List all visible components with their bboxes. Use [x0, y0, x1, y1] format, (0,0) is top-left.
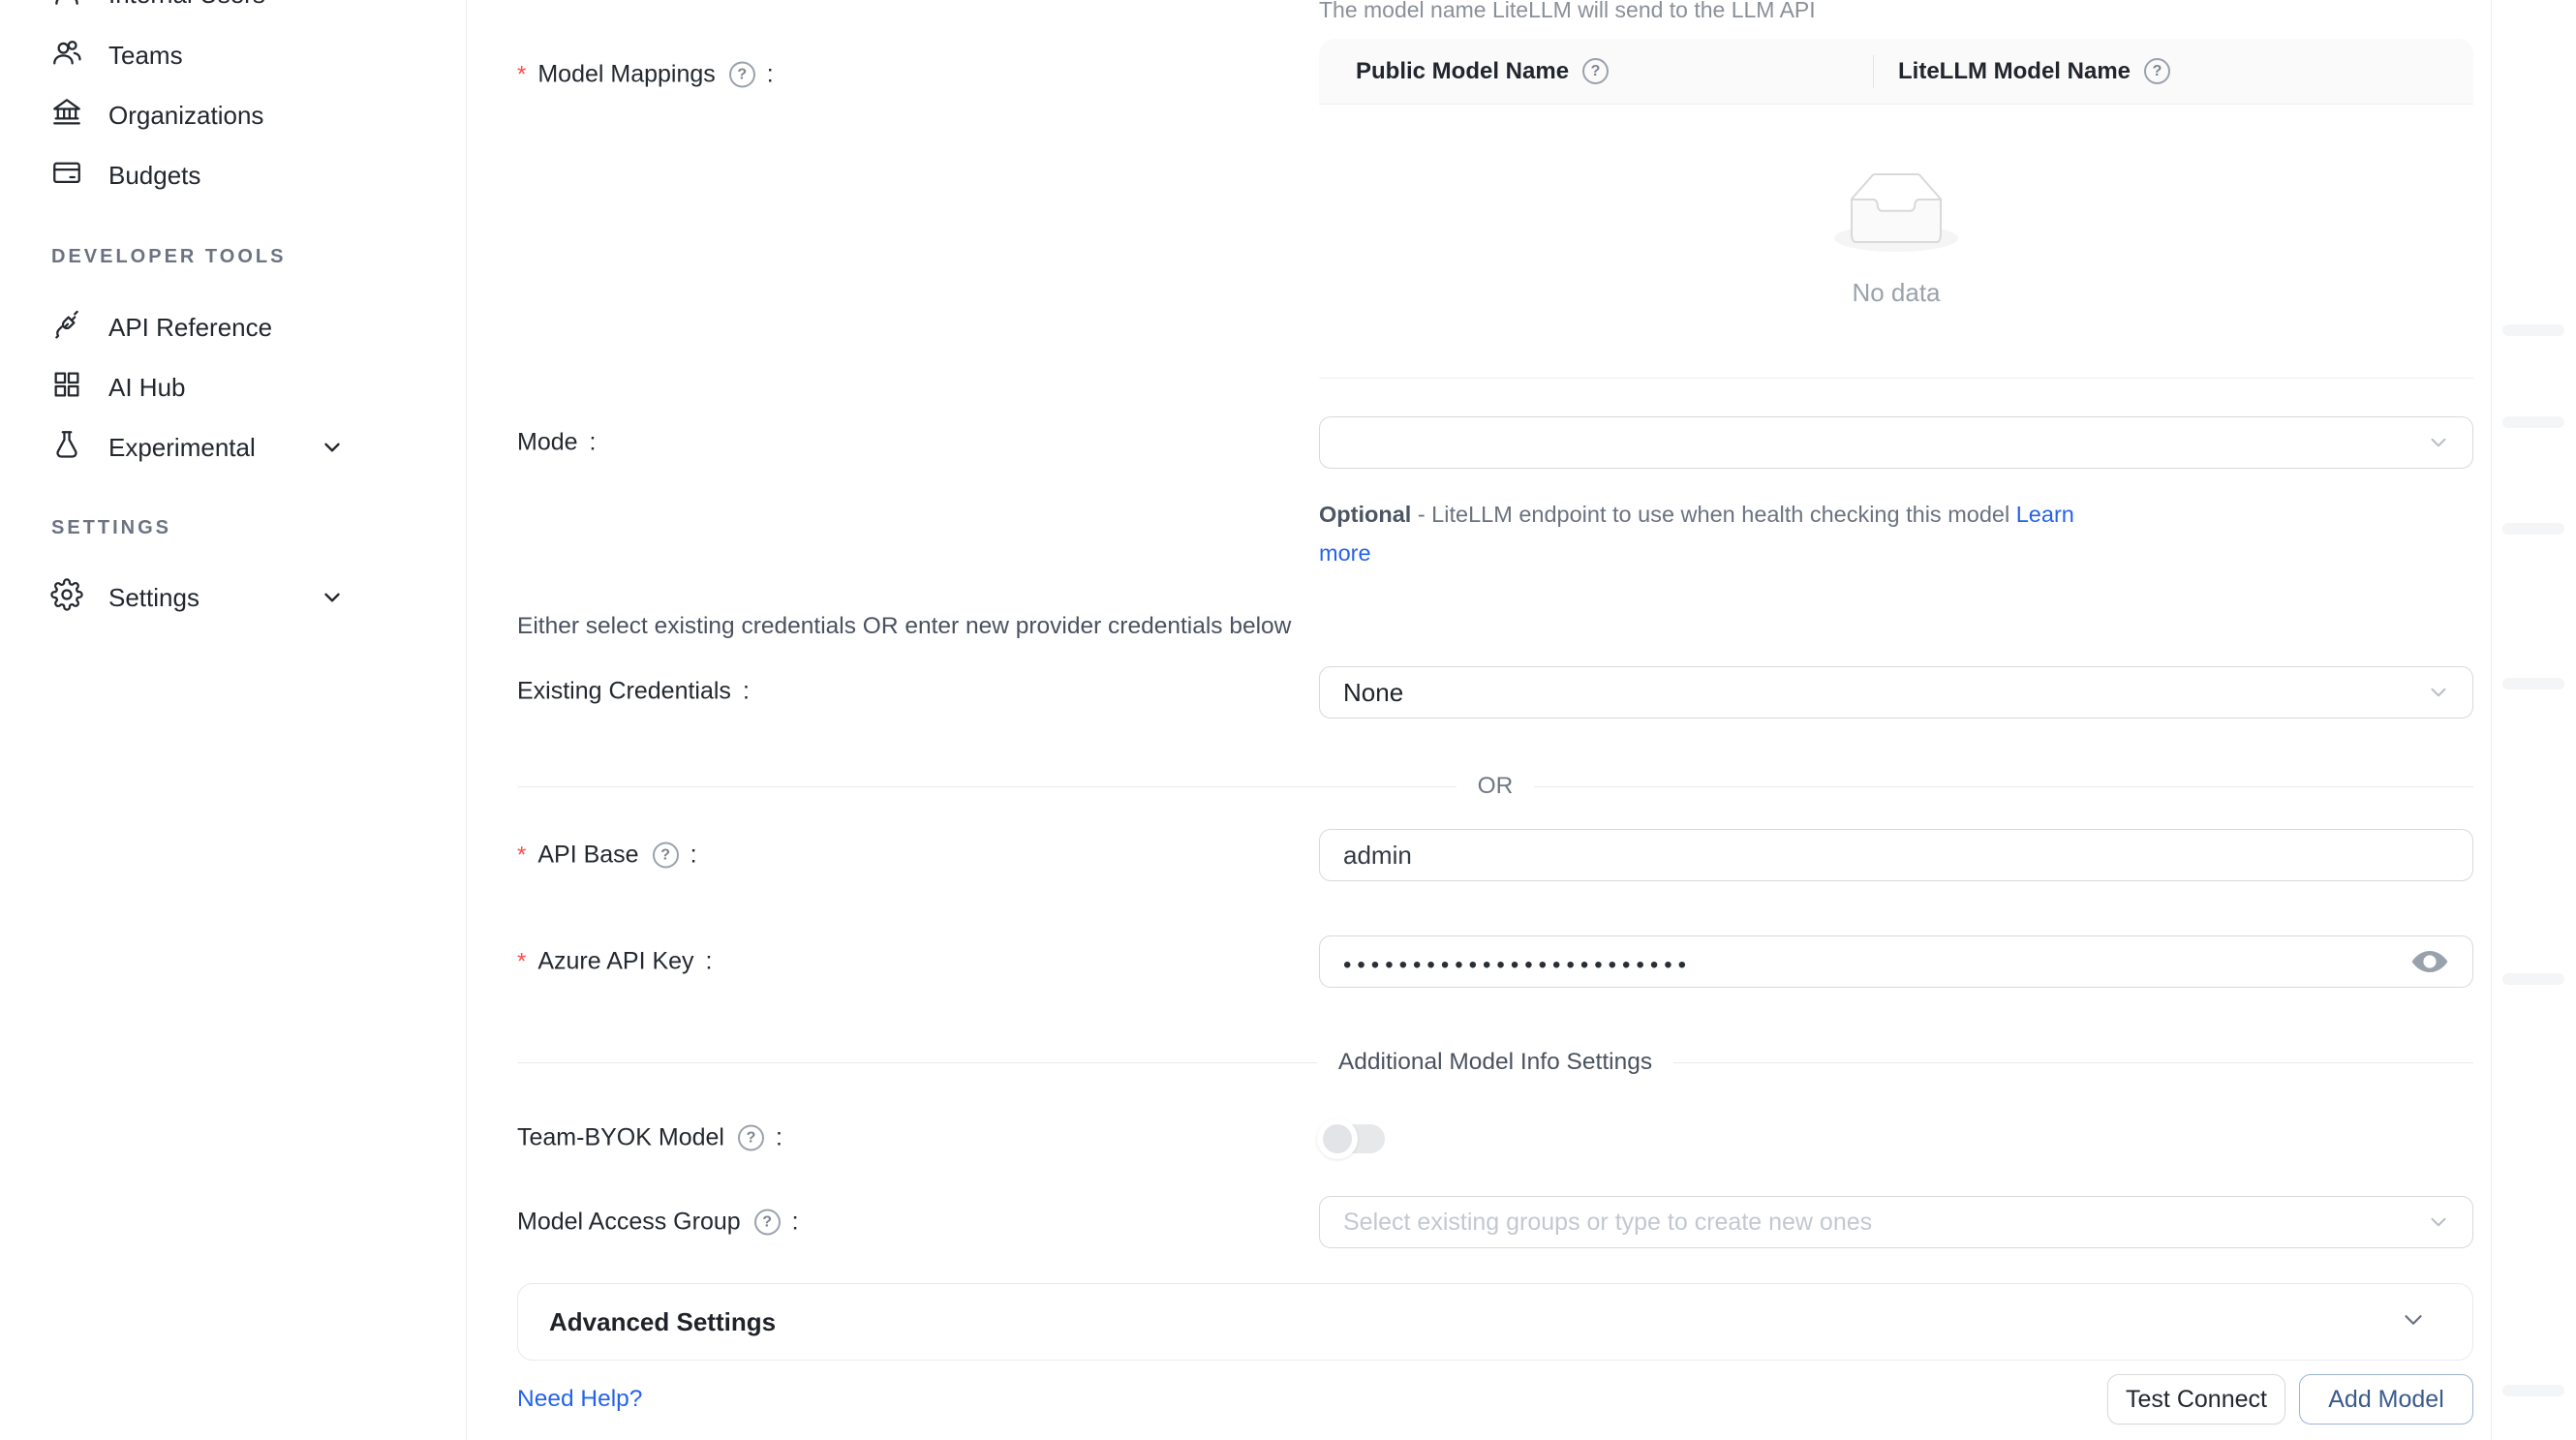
masked-password: •••••••••••••••••••••••••	[1343, 946, 1692, 977]
help-icon[interactable]: ?	[653, 843, 679, 869]
mode-label-row: Mode :	[517, 429, 597, 457]
sidebar-item-teams[interactable]: Teams	[0, 28, 466, 82]
credentials-note: Either select existing credentials OR en…	[517, 613, 1291, 640]
sidebar-item-experimental[interactable]: Experimental	[0, 420, 466, 475]
mode-help-text: Optional - LiteLLM endpoint to use when …	[1319, 495, 2103, 572]
table-empty-body: No data	[1319, 105, 2473, 379]
model-access-group-label: Model Access Group	[517, 1209, 741, 1237]
sidebar-item-label: AI Hub	[108, 373, 186, 403]
existing-credentials-label-row: Existing Credentials :	[517, 678, 750, 706]
sidebar-item-label: Teams	[108, 41, 183, 71]
help-icon[interactable]: ?	[1582, 58, 1609, 84]
sidebar-item-internal-users[interactable]: Internal Users	[0, 0, 466, 21]
help-icon[interactable]: ?	[754, 1210, 781, 1236]
column-divider	[1873, 55, 1874, 88]
model-mappings-helper: The model name LiteLLM will send to the …	[1319, 0, 1816, 23]
model-mappings-label-row: * Model Mappings ? :	[517, 61, 774, 89]
sidebar-item-label: API Reference	[108, 313, 272, 343]
mode-select[interactable]	[1319, 416, 2473, 469]
help-icon[interactable]: ?	[729, 62, 755, 88]
sidebar-item-label: Internal Users	[108, 0, 265, 10]
need-help-link[interactable]: Need Help?	[517, 1386, 642, 1413]
grid-icon	[50, 368, 83, 408]
learn-more-link[interactable]: Learn	[2016, 502, 2074, 527]
model-mappings-label: Model Mappings	[537, 61, 715, 89]
test-connect-button[interactable]: Test Connect	[2107, 1374, 2285, 1425]
column-header-litellm-model-name: LiteLLM Model Name ?	[1873, 58, 2170, 85]
azure-api-key-input-wrap: •••••••••••••••••••••••••	[1319, 935, 2473, 988]
model-access-group-select-wrap: Select existing groups or type to create…	[1319, 1196, 2473, 1248]
sidebar-item-label: Budgets	[108, 161, 200, 191]
required-mark: *	[517, 61, 526, 88]
gear-icon	[50, 578, 83, 618]
or-divider: OR	[517, 773, 2473, 800]
advanced-settings-label: Advanced Settings	[549, 1307, 2399, 1337]
credit-card-icon	[50, 156, 83, 196]
sidebar-item-budgets[interactable]: Budgets	[0, 148, 466, 202]
bank-icon	[50, 96, 83, 136]
panel-edge-divider	[2491, 0, 2492, 1440]
team-byok-toggle[interactable]	[1321, 1123, 1385, 1154]
advanced-settings-panel[interactable]: Advanced Settings	[517, 1283, 2473, 1361]
azure-api-key-label: Azure API Key	[537, 948, 693, 976]
existing-credentials-select[interactable]: None	[1319, 666, 2473, 719]
eye-icon[interactable]	[2410, 947, 2449, 976]
column-header-public-model-name: Public Model Name ?	[1319, 58, 1873, 85]
sidebar-item-label: Settings	[108, 583, 199, 613]
team-byok-label-row: Team-BYOK Model ? :	[517, 1124, 782, 1152]
existing-credentials-select-wrap: None	[1319, 666, 2473, 719]
sidebar-item-ai-hub[interactable]: Experimental AI Hub	[0, 360, 466, 414]
sidebar-section-settings: SETTINGS	[51, 514, 171, 541]
empty-box-icon	[1834, 172, 1958, 257]
empty-text: No data	[1852, 278, 1940, 308]
sidebar-section-developer-tools: DEVELOPER TOOLS	[51, 243, 286, 270]
azure-api-key-label-row: * Azure API Key :	[517, 948, 713, 976]
required-mark: *	[517, 948, 526, 975]
api-base-input-wrap: admin	[1319, 829, 2473, 881]
model-mappings-table: Public Model Name ? LiteLLM Model Name ?…	[1319, 39, 2473, 379]
select-placeholder: Select existing groups or type to create…	[1343, 1209, 1872, 1237]
add-model-button[interactable]: Add Model	[2299, 1374, 2473, 1425]
api-base-label: API Base	[537, 842, 638, 870]
existing-credentials-label: Existing Credentials	[517, 678, 731, 706]
sidebar-item-label: Organizations	[108, 101, 263, 131]
team-byok-label: Team-BYOK Model	[517, 1124, 724, 1152]
model-access-group-select[interactable]: Select existing groups or type to create…	[1319, 1196, 2473, 1248]
chevron-down-icon	[2426, 1210, 2451, 1235]
flask-icon	[50, 428, 83, 468]
additional-settings-divider: Additional Model Info Settings	[517, 1049, 2473, 1076]
chevron-down-icon	[2426, 430, 2451, 455]
sidebar-item-label: Experimental	[108, 433, 256, 463]
chevron-down-icon[interactable]	[320, 585, 345, 610]
sidebar-item-settings[interactable]: Settings	[0, 570, 466, 625]
model-access-group-label-row: Model Access Group ? :	[517, 1209, 799, 1237]
api-base-input[interactable]: admin	[1319, 829, 2473, 881]
sidebar: Internal Users Teams Organizations Budge…	[0, 0, 467, 1440]
api-base-label-row: * API Base ? :	[517, 842, 697, 870]
learn-more-link[interactable]: more	[1319, 540, 1371, 566]
help-icon[interactable]: ?	[738, 1125, 764, 1151]
mode-select-wrap	[1319, 416, 2473, 469]
sidebar-item-organizations[interactable]: Organizations	[0, 88, 466, 142]
teams-icon	[50, 36, 83, 76]
sidebar-item-api-reference[interactable]: API Reference	[0, 300, 466, 354]
chevron-down-icon	[2426, 680, 2451, 705]
user-icon	[50, 0, 83, 15]
plug-icon	[50, 308, 83, 348]
help-icon[interactable]: ?	[2144, 58, 2170, 84]
table-header: Public Model Name ? LiteLLM Model Name ?	[1319, 39, 2473, 105]
azure-api-key-input[interactable]: •••••••••••••••••••••••••	[1319, 935, 2473, 988]
chevron-down-icon	[2399, 1305, 2428, 1339]
required-mark: *	[517, 842, 526, 869]
mode-label: Mode	[517, 429, 578, 457]
chevron-down-icon[interactable]	[320, 435, 345, 460]
